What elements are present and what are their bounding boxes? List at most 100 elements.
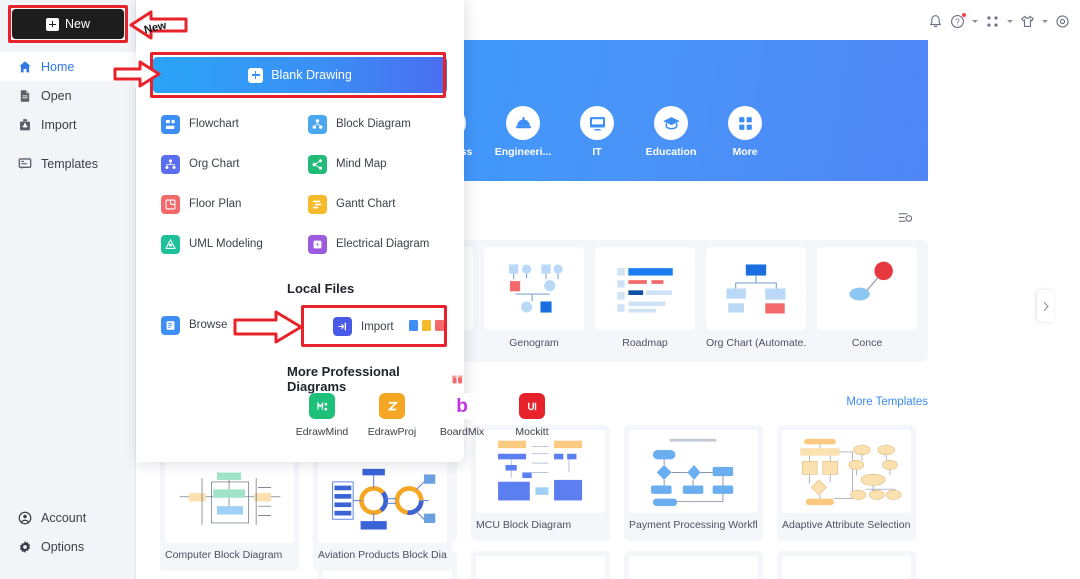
sidebar-item-label: Import [41, 117, 77, 132]
chevron-down-icon[interactable] [1007, 19, 1013, 23]
diagram-type-grid: Flowchart Block Diagram Org Chart Mind M… [153, 104, 447, 264]
personal-template-name: Adaptive Attribute Selection S... [782, 519, 911, 531]
sidebar-item-home[interactable]: Home [0, 52, 136, 81]
app-edrawmind[interactable]: EdrawMind [287, 393, 357, 438]
template-card[interactable]: Genogram [484, 247, 584, 355]
browse-button[interactable]: Browse [161, 315, 227, 335]
template-thumb-placeholder [476, 556, 605, 579]
filter-settings-icon[interactable] [897, 210, 913, 225]
sidebar-item-label: Home [41, 59, 75, 74]
template-card[interactable]: Conce [817, 247, 917, 355]
new-button[interactable]: New [12, 9, 124, 39]
more-templates-link[interactable]: More Templates [846, 396, 928, 408]
plus-icon [45, 17, 59, 31]
aviation-thumb [318, 460, 447, 543]
diagram-type-flowchart[interactable]: Flowchart [153, 104, 300, 144]
personal-template-name: Aviation Products Block Diagr... [318, 549, 447, 561]
boardmix-icon: b [449, 393, 475, 419]
help-icon[interactable]: ? [950, 12, 966, 29]
chevron-down-icon[interactable] [1042, 19, 1048, 23]
mind-map-icon [308, 154, 327, 174]
diagram-type-label: Mind Map [336, 158, 387, 170]
diagram-type-org-chart[interactable]: Org Chart [153, 144, 300, 184]
uml-modeling-icon [161, 234, 180, 254]
yellow-file-icon[interactable] [422, 320, 431, 331]
blank-drawing-label: Blank Drawing [271, 68, 352, 82]
theme-shirt-icon[interactable] [1020, 14, 1035, 29]
settings-gear-icon[interactable] [1055, 14, 1070, 29]
diagram-type-label: Flowchart [189, 118, 239, 130]
diagram-type-label: Electrical Diagram [336, 238, 430, 250]
personal-template-card[interactable]: Aviation Products Block Diagr... [313, 455, 452, 571]
diagram-type-label: Org Chart [189, 158, 240, 170]
app-label: EdrawProj [367, 426, 417, 438]
apps-grid-icon[interactable] [985, 14, 1000, 29]
diagram-type-label: UML Modeling [189, 238, 263, 250]
diagram-type-gantt-chart[interactable]: Gantt Chart [300, 184, 447, 224]
pdf-file-icon[interactable] [435, 320, 444, 331]
category-it[interactable]: IT [560, 106, 634, 158]
category-label: IT [592, 146, 602, 158]
app-boardmix[interactable]: b BoardMix [427, 393, 497, 438]
sidebar-item-account[interactable]: Account [0, 503, 136, 532]
import-button[interactable]: Import [333, 317, 394, 336]
personal-template-card[interactable]: Computer Block Diagram [160, 455, 299, 571]
personal-template-card[interactable]: Payment Processing Workflow [624, 425, 763, 541]
blank-drawing-button[interactable]: Blank Drawing [153, 57, 447, 93]
import-label: Import [361, 320, 394, 333]
category-label: Engineeri... [494, 146, 552, 158]
diagram-type-floor-plan[interactable]: Floor Plan [153, 184, 300, 224]
personal-template-card[interactable] [777, 551, 916, 579]
mcu-thumb [476, 430, 605, 513]
category-label: More [732, 146, 758, 158]
sidebar-item-options[interactable]: Options [0, 532, 136, 561]
options-gear-icon [19, 540, 31, 553]
header-icon-bar: ? [928, 10, 1070, 32]
category-education[interactable]: Education [634, 106, 708, 158]
category-more[interactable]: More [708, 106, 782, 158]
account-icon [18, 511, 32, 524]
personal-template-name: Payment Processing Workflow [629, 519, 758, 531]
more-pro-label: More Professional Diagrams [287, 364, 400, 394]
diagram-type-block-diagram[interactable]: Block Diagram [300, 104, 447, 144]
open-file-icon [20, 89, 30, 102]
category-engineering[interactable]: Engineeri... [486, 106, 560, 158]
diagram-type-electrical-diagram[interactable]: Electrical Diagram [300, 224, 447, 264]
personal-template-card[interactable] [471, 551, 610, 579]
block-diagram-icon [308, 114, 327, 134]
personal-template-card[interactable]: MCU Block Diagram [471, 425, 610, 541]
template-name: Org Chart (Automate... [706, 337, 806, 349]
template-name: Roadmap [622, 337, 668, 349]
diagram-type-label: Gantt Chart [336, 198, 396, 210]
sidebar-item-open[interactable]: Open [0, 81, 136, 110]
personal-template-card[interactable]: Adaptive Attribute Selection S... [777, 425, 916, 541]
template-thumb-placeholder [782, 556, 911, 579]
strip-next-button[interactable] [1037, 290, 1054, 322]
gift-icon [452, 375, 463, 384]
computer-block-thumb [165, 460, 294, 543]
template-card[interactable]: Roadmap [595, 247, 695, 355]
edrawproj-icon [379, 393, 405, 419]
app-edrawproj[interactable]: EdrawProj [357, 393, 427, 438]
graduation-cap-icon [654, 106, 688, 140]
home-icon [19, 60, 31, 72]
sidebar-item-import[interactable]: Import [0, 110, 136, 139]
sidebar-item-label: Open [41, 88, 72, 103]
adaptive-thumb [782, 430, 911, 513]
diagram-type-uml-modeling[interactable]: UML Modeling [153, 224, 300, 264]
bell-icon[interactable] [928, 14, 943, 29]
template-card[interactable]: Org Chart (Automate... [706, 247, 806, 355]
payment-thumb [629, 430, 758, 513]
new-dropdown-panel: Blank Drawing Flowchart Block Diagram Or… [136, 0, 549, 462]
left-sidebar: New Home Open Import Templates Account O… [0, 0, 136, 579]
vsdx-file-icon[interactable] [409, 320, 418, 331]
chevron-down-icon[interactable] [972, 19, 978, 23]
roadmap-thumb [595, 247, 695, 330]
personal-template-card[interactable] [624, 551, 763, 579]
org-chart-icon [161, 154, 180, 174]
diagram-type-mind-map[interactable]: Mind Map [300, 144, 447, 184]
sidebar-item-templates[interactable]: Templates [0, 149, 136, 178]
notification-dot [962, 12, 966, 17]
app-mockitt[interactable]: Mockitt [497, 393, 567, 438]
template-thumb-placeholder [629, 556, 758, 579]
